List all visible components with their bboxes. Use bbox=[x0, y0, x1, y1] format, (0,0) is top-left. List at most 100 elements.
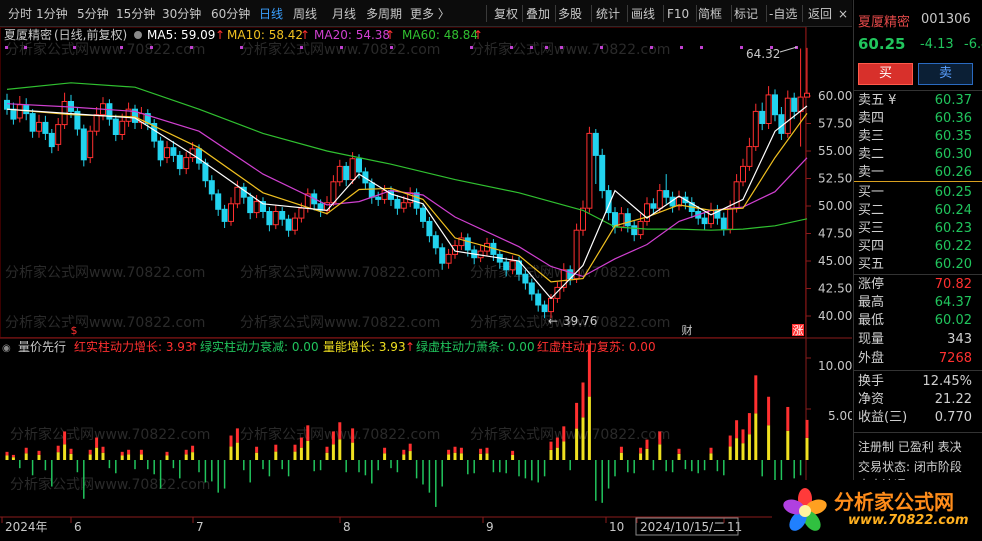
stat-row-value: 64.37 bbox=[934, 295, 972, 310]
bid-row-label: 买一 bbox=[858, 185, 885, 200]
stat-row-label: 最高 bbox=[858, 295, 885, 310]
candle-body bbox=[772, 94, 778, 116]
time-axis-label: 9 bbox=[486, 520, 494, 534]
period-tab[interactable]: 5分钟 bbox=[77, 5, 109, 23]
toolbar-button[interactable]: 多股 bbox=[558, 5, 582, 23]
buy-button[interactable]: 买 bbox=[858, 63, 913, 85]
ask-row[interactable]: 卖五 ¥ 60.37 bbox=[854, 92, 982, 109]
site-watermark: 分析家公式网 www.70822.com bbox=[772, 480, 982, 541]
toolbar-button[interactable]: -自选 bbox=[769, 5, 797, 23]
period-tab[interactable]: 60分钟 bbox=[211, 5, 250, 23]
sell-button[interactable]: 卖 bbox=[918, 63, 973, 85]
candle-body bbox=[42, 121, 49, 134]
signal-dot bbox=[700, 46, 703, 49]
toolbar-divider bbox=[627, 5, 628, 22]
toolbar-divider bbox=[555, 5, 556, 22]
candle-body bbox=[234, 186, 241, 205]
indicator-axis-label: 10.00 bbox=[818, 359, 852, 373]
toolbar-button[interactable]: 返回 bbox=[808, 5, 832, 23]
bid-row[interactable]: 买五 60.20 bbox=[854, 256, 982, 273]
stat-row[interactable]: 收益(三) 0.770 bbox=[854, 409, 982, 427]
watermark-text: 分析家公式网www.70822.com bbox=[5, 314, 205, 331]
indicator-name: 量价先行 bbox=[18, 340, 66, 354]
stat-row[interactable]: 现量 343 bbox=[854, 331, 982, 349]
indicator-legend: 绿实柱动力衰减: 0.00 bbox=[200, 339, 319, 354]
divider bbox=[854, 274, 982, 275]
period-tab[interactable]: 周线 bbox=[293, 5, 317, 23]
bid-row-label: 买五 bbox=[858, 257, 885, 272]
stat-row[interactable]: 外盘 7268 bbox=[854, 350, 982, 368]
high-pointer bbox=[779, 46, 798, 53]
close-icon[interactable]: × bbox=[838, 5, 848, 23]
price-axis-label: 52.50 bbox=[818, 172, 852, 186]
bid-row[interactable]: 买一 60.25 bbox=[854, 184, 982, 201]
stat-row[interactable]: 最低 60.02 bbox=[854, 312, 982, 330]
ask-row[interactable]: 卖三 60.35 bbox=[854, 128, 982, 145]
ask-row[interactable]: 卖二 60.30 bbox=[854, 146, 982, 163]
site-url[interactable]: www.70822.com bbox=[848, 513, 969, 528]
chart-area[interactable]: 分析家公式网www.70822.com 分析家公式网www.70822.com 分析… bbox=[0, 27, 852, 541]
candle-body bbox=[426, 220, 433, 237]
bid-row[interactable]: 买四 60.22 bbox=[854, 238, 982, 255]
period-tab[interactable]: 日线 bbox=[259, 5, 283, 23]
stat-row-value: 7268 bbox=[938, 351, 972, 366]
period-tab[interactable]: 1分钟 bbox=[36, 5, 68, 23]
period-tab[interactable]: 月线 bbox=[332, 5, 356, 23]
toolbar-button[interactable]: 复权 bbox=[494, 5, 518, 23]
candle-body bbox=[279, 211, 286, 220]
candle-body bbox=[375, 196, 382, 200]
ask-row-label: 卖二 bbox=[858, 147, 885, 162]
toolbar-button[interactable]: 画线 bbox=[631, 5, 655, 23]
stat-row[interactable]: 涨停 70.82 bbox=[854, 276, 982, 294]
toolbar-button[interactable]: 简框 bbox=[698, 5, 722, 23]
up-arrow-icon: ↑ bbox=[385, 28, 395, 42]
candle-body bbox=[298, 207, 305, 219]
up-arrow-icon: ↑ bbox=[405, 340, 415, 354]
toolbar-button[interactable]: 叠加 bbox=[526, 5, 550, 23]
candle-body bbox=[759, 110, 766, 125]
price-axis-label: 55.00 bbox=[818, 144, 852, 158]
candle-body bbox=[400, 202, 407, 209]
candle-body bbox=[164, 147, 170, 159]
watermark-text: 分析家公式网www.70822.com bbox=[240, 41, 440, 58]
watermark-text: 分析家公式网www.70822.com bbox=[5, 41, 205, 58]
stat-row[interactable]: 净资 21.22 bbox=[854, 391, 982, 409]
stat-row-value: 0.770 bbox=[934, 410, 972, 425]
toolbar-button[interactable]: 标记 bbox=[734, 5, 758, 23]
toolbar-button[interactable]: 统计 bbox=[596, 5, 620, 23]
watermark-text: 分析家公式网www.70822.com bbox=[240, 264, 440, 281]
bid-row[interactable]: 买二 60.24 bbox=[854, 202, 982, 219]
candle-body bbox=[221, 208, 228, 222]
period-tab[interactable]: 30分钟 bbox=[162, 5, 201, 23]
period-tab[interactable]: 多周期 bbox=[366, 5, 402, 23]
toolbar-divider bbox=[663, 5, 664, 22]
stat-row-value: 60.02 bbox=[934, 313, 972, 328]
candle-body bbox=[202, 162, 209, 182]
bid-row-label: 买二 bbox=[858, 203, 885, 218]
period-tab[interactable]: 15分钟 bbox=[116, 5, 155, 23]
period-tab[interactable]: 分时 bbox=[8, 5, 32, 23]
signal-dot bbox=[24, 46, 27, 49]
bid-row-value: 60.25 bbox=[934, 185, 972, 200]
stat-row[interactable]: 换手 12.45% bbox=[854, 373, 982, 391]
ask-row[interactable]: 卖四 60.36 bbox=[854, 110, 982, 127]
stat-row[interactable]: 最高 64.37 bbox=[854, 294, 982, 312]
candle-body bbox=[541, 304, 548, 313]
candle-body bbox=[592, 132, 599, 156]
stat-row-label: 外盘 bbox=[858, 351, 885, 366]
bid-row[interactable]: 买三 60.23 bbox=[854, 220, 982, 237]
candle-body bbox=[420, 207, 426, 222]
toolbar-button[interactable]: F10 bbox=[667, 5, 689, 23]
ma20-line bbox=[6, 103, 808, 278]
ask-row[interactable]: 卖一 60.26 bbox=[854, 164, 982, 181]
toolbar-divider bbox=[731, 5, 732, 22]
candle-body bbox=[464, 237, 471, 251]
period-tab[interactable]: 更多 〉 bbox=[410, 5, 450, 23]
settings-icon bbox=[134, 31, 142, 39]
stat-row-label: 收益(三) bbox=[858, 410, 908, 425]
candle-body bbox=[119, 120, 126, 136]
price-axis-label: 45.00 bbox=[818, 254, 852, 268]
candle-body bbox=[804, 92, 810, 98]
ask-row-label: 卖一 bbox=[858, 165, 885, 180]
candle-body bbox=[93, 114, 100, 132]
